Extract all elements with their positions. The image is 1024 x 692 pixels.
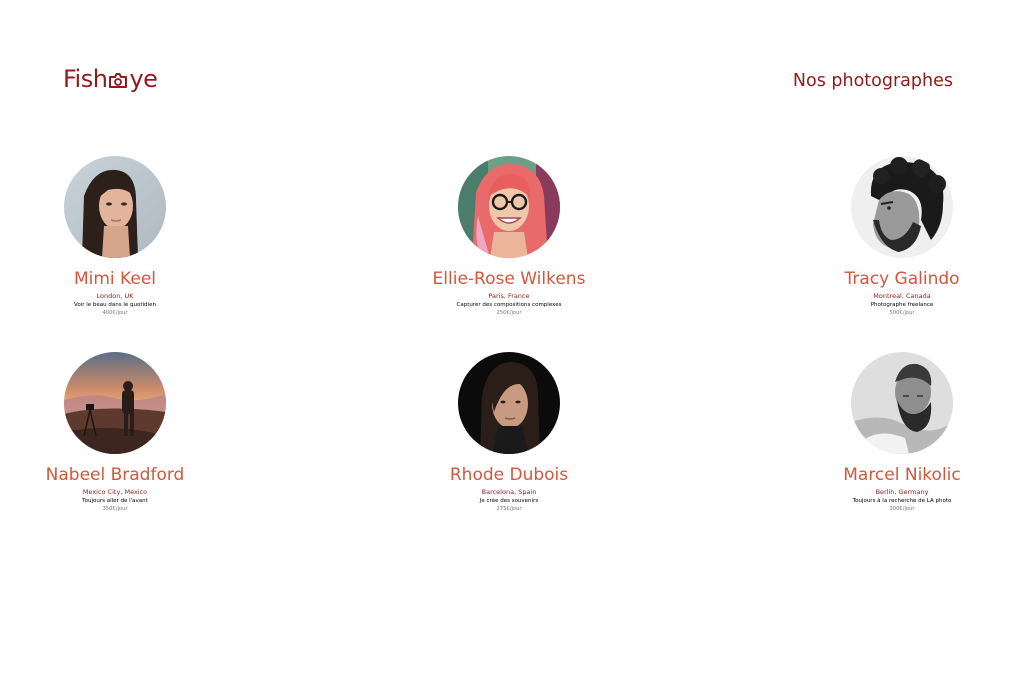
photographer-card[interactable]: Ellie-Rose Wilkens Paris, France Capture… (409, 156, 609, 317)
photographer-portrait (64, 352, 166, 454)
photographer-portrait (64, 156, 166, 258)
photographer-tagline: Je crée des souvenirs (479, 498, 539, 505)
photographer-name: Rhode Dubois (449, 465, 569, 485)
photographer-location: Montreal, Canada (873, 292, 931, 301)
photographer-location: London, UK (96, 292, 134, 301)
photographer-location: Barcelona, Spain (481, 488, 537, 497)
photographer-price: 250€/jour (496, 310, 522, 317)
photographer-name: Nabeel Bradford (45, 465, 185, 485)
photographer-location: Paris, France (488, 292, 530, 301)
photographer-portrait (458, 156, 560, 258)
photographer-tagline: Toujours aller de l'avant (82, 498, 148, 505)
photographer-location: Mexico City, Mexico (82, 488, 148, 497)
page: Fish ye Nos photographes Mimi Keel Londo… (0, 0, 1024, 692)
photographer-tagline: Voir le beau dans le quotidien (74, 302, 156, 309)
photographer-card[interactable]: Nabeel Bradford Mexico City, Mexico Touj… (15, 352, 215, 513)
photographer-tagline: Toujours à la recherche de LA photo (852, 498, 952, 505)
photographer-price: 500€/jour (889, 310, 915, 317)
photographer-name: Mimi Keel (73, 269, 157, 289)
photographer-price: 300€/jour (889, 506, 915, 513)
photographers-grid: Mimi Keel London, UK Voir le beau dans l… (0, 0, 1024, 692)
photographer-card[interactable]: Tracy Galindo Montreal, Canada Photograp… (802, 156, 1002, 317)
photographer-name: Ellie-Rose Wilkens (432, 269, 586, 289)
photographer-price: 275€/jour (496, 506, 522, 513)
photographer-tagline: Photographe freelance (870, 302, 934, 309)
photographer-portrait (458, 352, 560, 454)
photographer-tagline: Capturer des compositions complexes (456, 302, 562, 309)
photographer-location: Berlin, Germany (875, 488, 929, 497)
photographer-portrait (851, 352, 953, 454)
photographer-name: Marcel Nikolic (843, 465, 961, 485)
photographer-price: 400€/jour (102, 310, 128, 317)
photographer-price: 350€/jour (102, 506, 128, 513)
photographer-card[interactable]: Mimi Keel London, UK Voir le beau dans l… (15, 156, 215, 317)
photographer-portrait (851, 156, 953, 258)
photographer-card[interactable]: Marcel Nikolic Berlin, Germany Toujours … (802, 352, 1002, 513)
photographer-name: Tracy Galindo (844, 269, 960, 289)
photographer-card[interactable]: Rhode Dubois Barcelona, Spain Je crée de… (409, 352, 609, 513)
